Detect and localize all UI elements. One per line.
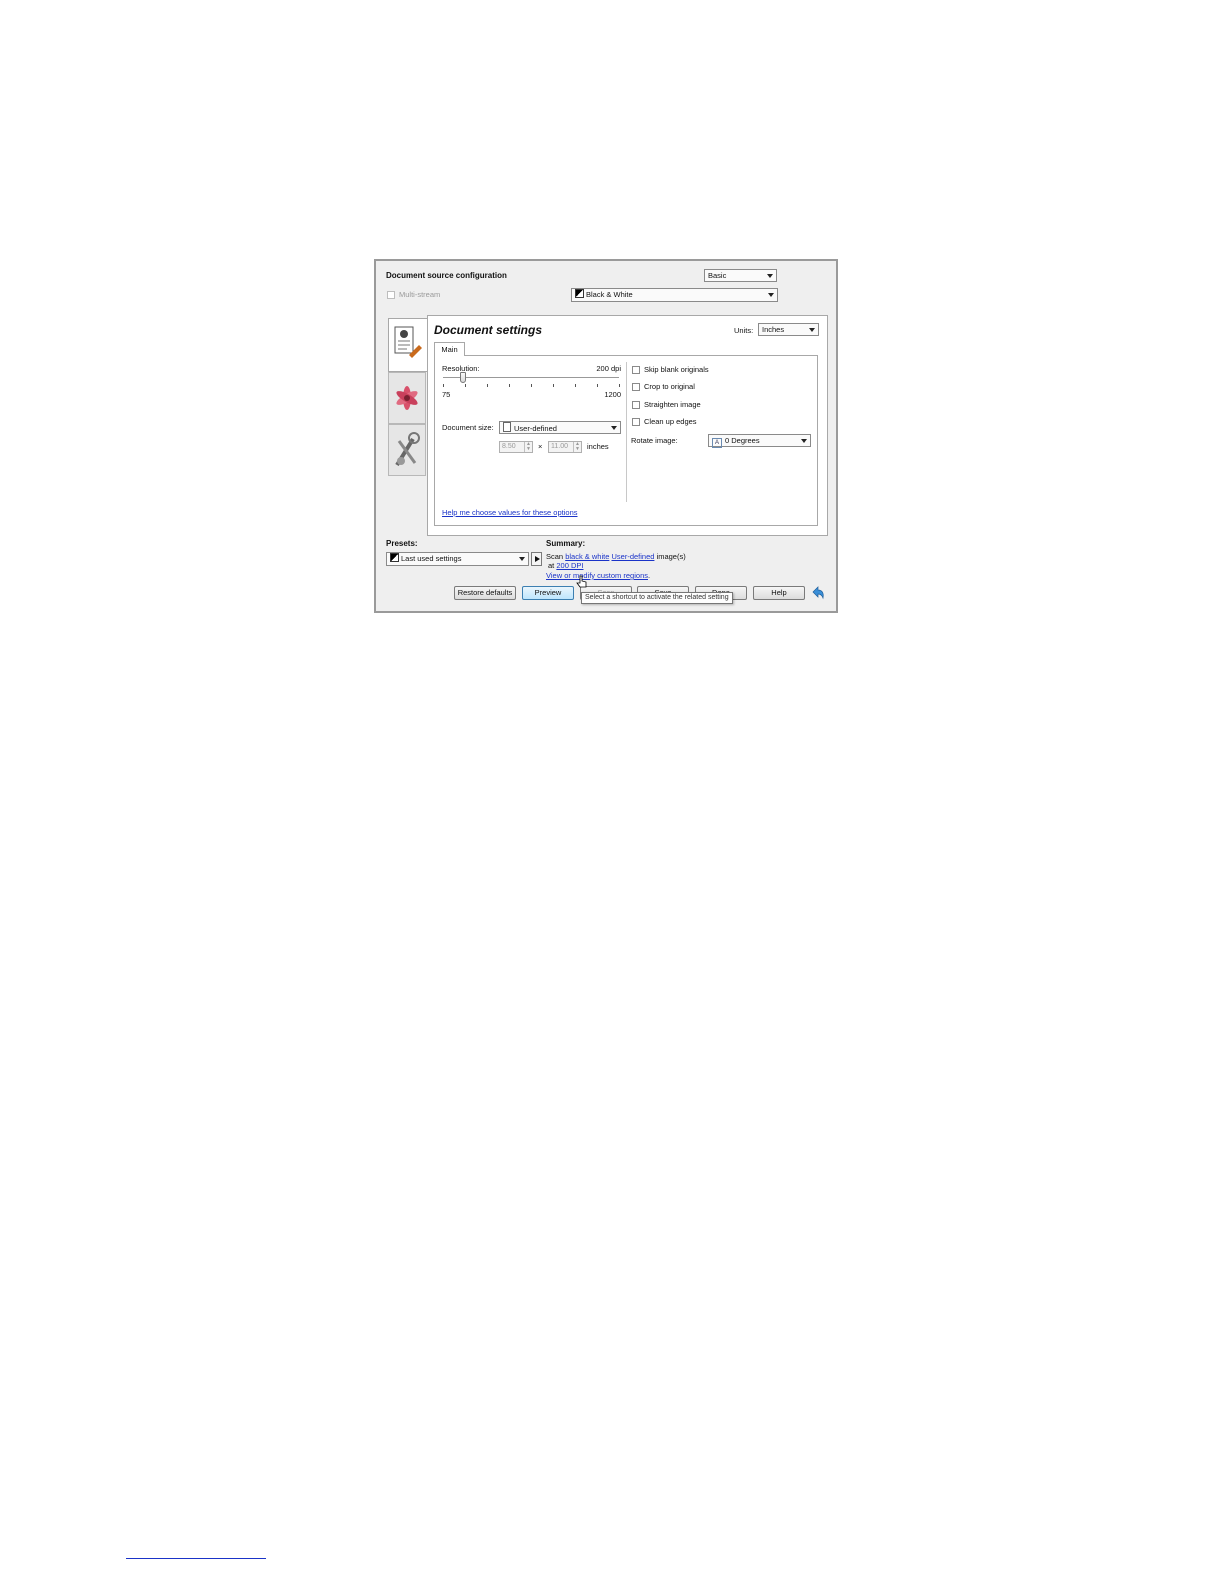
page-icon [503,422,511,432]
tab-advanced-settings[interactable] [388,424,426,476]
tab-image-settings[interactable] [388,372,426,424]
play-arrow-icon [535,556,540,562]
column-divider [626,362,627,502]
mode-select[interactable]: Basic [704,269,777,282]
slider-tick [465,384,466,387]
color-mode-select[interactable]: Black & White [571,288,778,302]
times-symbol: × [538,442,543,451]
resolution-min-label: 75 [442,390,451,399]
black-white-icon [390,553,399,562]
summary-period: . [648,571,651,580]
slider-tick [575,384,576,387]
slider-tick [443,384,444,387]
preview-button[interactable]: Preview [522,586,574,600]
summary-line-1: Scan black & white User-defined image(s) [546,552,686,561]
color-mode-value: Black & White [586,290,633,299]
resolution-value: 200 dpi [596,364,621,373]
rotate-value: 0 Degrees [725,436,760,445]
straighten-label: Straighten image [644,400,701,409]
help-choose-link[interactable]: Help me choose values for these options [442,508,578,517]
units-label: Units: [734,326,754,335]
chevron-down-icon [519,557,525,561]
summary-label: Summary: [546,539,586,548]
slider-tick [553,384,554,387]
footnote-rule [126,1558,266,1559]
tab-main[interactable]: Main [434,342,465,356]
summary-line-3: View or modify custom regions. [546,571,650,580]
summary-at-text: at [548,561,555,570]
slider-tick [509,384,510,387]
multistream-checkbox[interactable] [387,291,395,299]
units-value: Inches [762,325,785,334]
back-arrow-icon[interactable] [810,585,826,601]
settings-panel: Document settings Units: Inches Main Res… [427,315,828,536]
tools-icon [395,432,420,467]
clean-edges-label: Clean up edges [644,417,697,426]
skip-blank-label: Skip blank originals [644,365,709,374]
document-size-label: Document size: [442,423,494,432]
presets-label: Presets: [386,539,418,548]
stepper-arrows-icon: ▲ ▼ [573,442,581,452]
flower-image-icon [396,386,418,410]
size-unit-label: inches [587,442,609,451]
summary-images-text: image(s) [656,552,686,561]
summary-regions-link[interactable]: View or modify custom regions [546,571,648,580]
multistream-label: Multi-stream [399,290,441,299]
restore-defaults-button[interactable]: Restore defaults [454,586,516,600]
presets-select[interactable]: Last used settings [386,552,529,566]
crop-label: Crop to original [644,382,695,391]
scanner-settings-dialog: Document source configuration Basic Mult… [374,259,838,613]
units-select[interactable]: Inches [758,323,819,336]
slider-tick [597,384,598,387]
slider-tick [531,384,532,387]
width-value: 8.50 [502,443,516,450]
mode-select-value: Basic [708,271,727,280]
presets-value: Last used settings [401,554,462,563]
chevron-down-icon [801,439,807,443]
summary-dpi-link[interactable]: 200 DPI [556,561,583,570]
resolution-max-label: 1200 [604,390,621,399]
clean-edges-checkbox[interactable] [632,418,640,426]
stepper-arrows-icon: ▲ ▼ [524,442,532,452]
rotate-icon: A [712,438,722,448]
rotate-select[interactable]: A0 Degrees [708,434,811,448]
width-stepper[interactable]: 8.50 ▲ ▼ [499,441,533,453]
height-value: 11.00 [551,443,568,450]
height-stepper[interactable]: 11.00 ▲ ▼ [548,441,582,453]
presets-menu-button[interactable] [531,552,542,566]
dialog-title: Document source configuration [386,271,507,280]
document-size-value: User-defined [514,424,557,433]
straighten-checkbox[interactable] [632,401,640,409]
resolution-slider-track[interactable] [443,377,619,378]
tab-main-content: Resolution: 200 dpi 75 1200 Document siz… [434,355,818,526]
shortcut-tooltip: Select a shortcut to activate the relate… [581,592,733,604]
chevron-down-icon [611,426,617,430]
slider-tick [487,384,488,387]
skip-blank-checkbox[interactable] [632,366,640,374]
chevron-down-icon [768,293,774,297]
black-white-icon [575,289,584,298]
chevron-down-icon [809,328,815,332]
document-settings-icon [394,326,422,358]
chevron-down-icon [767,274,773,278]
tab-document-settings[interactable] [388,318,428,372]
summary-line-2: at 200 DPI [548,561,583,570]
summary-scan-text: Scan [546,552,564,561]
summary-color-link[interactable]: black & white [565,552,609,561]
summary-size-link[interactable]: User-defined [611,552,654,561]
resolution-slider-thumb[interactable] [460,372,466,383]
resolution-ticks [443,384,620,387]
help-button[interactable]: Help [753,586,805,600]
panel-title: Document settings [434,323,543,337]
rotate-label: Rotate image: [631,436,678,445]
document-size-select[interactable]: User-defined [499,421,621,434]
crop-checkbox[interactable] [632,383,640,391]
hand-cursor-icon [576,575,587,588]
slider-tick [619,384,620,387]
